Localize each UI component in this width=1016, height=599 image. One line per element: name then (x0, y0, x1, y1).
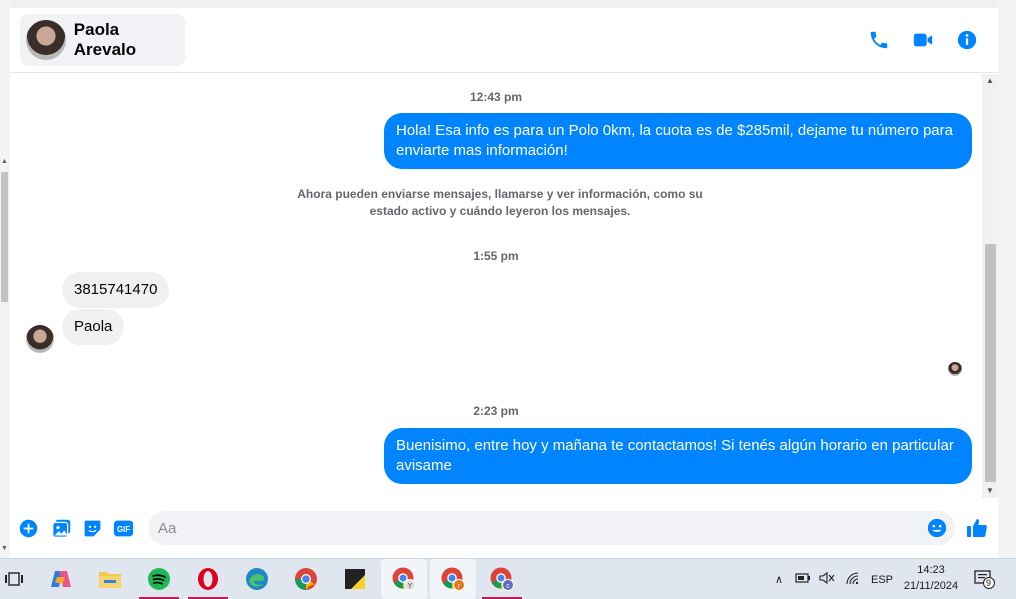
message-input-container[interactable] (148, 511, 955, 545)
chat-header: Paola Arevalo (10, 8, 998, 73)
contact-name: Paola Arevalo (73, 20, 137, 59)
avatar (26, 20, 66, 60)
chrome-profile-r-icon[interactable]: r (430, 559, 476, 599)
info-icon[interactable] (955, 28, 979, 52)
gif-icon[interactable]: GIF (112, 517, 134, 539)
scroll-down-arrow[interactable]: ▼ (1, 545, 8, 552)
scroll-thumb[interactable] (1, 172, 8, 302)
seen-indicator-avatar (948, 362, 962, 376)
battery-icon[interactable] (795, 572, 811, 587)
language-indicator[interactable]: ESP (871, 574, 893, 586)
message-input[interactable] (158, 511, 918, 545)
wifi-icon[interactable] (845, 571, 861, 588)
chevron-up-icon[interactable]: ∧ (772, 573, 786, 586)
contact-profile-button[interactable]: Paola Arevalo (20, 14, 185, 66)
phone-icon[interactable] (867, 28, 891, 52)
timestamp: 1:55 pm (473, 249, 519, 263)
notification-count: 9 (986, 578, 992, 588)
message-composer: GIF (10, 506, 998, 552)
messenger-chat-window: Paola Arevalo 12:43 pm Hola! Esa info es… (10, 8, 998, 558)
photo-icon[interactable] (50, 517, 72, 539)
timestamp: 2:23 pm (473, 404, 519, 418)
video-camera-icon[interactable] (911, 28, 935, 52)
sticker-icon[interactable] (81, 517, 103, 539)
system-tray: ∧ ESP (772, 559, 893, 599)
scroll-down-arrow[interactable]: ▼ (986, 486, 994, 495)
chrome-profile-y-icon[interactable]: Y (381, 559, 427, 599)
task-view-icon[interactable] (0, 565, 28, 593)
chrome-profile-c-icon[interactable]: c (482, 565, 522, 599)
copilot-icon[interactable] (47, 565, 75, 593)
spotify-icon[interactable] (139, 565, 179, 599)
avatar[interactable] (26, 325, 54, 353)
background-window-strip: ▲ ▼ (0, 0, 10, 558)
file-explorer-icon[interactable] (96, 565, 124, 593)
opera-icon[interactable] (188, 565, 228, 599)
clock-date: 21/11/2024 (903, 580, 959, 592)
clock[interactable]: 14:23 21/11/2024 (896, 562, 966, 594)
background-window-strip-right (998, 0, 1016, 558)
speaker-muted-icon[interactable] (819, 571, 835, 588)
emoji-icon[interactable] (926, 517, 948, 539)
message-list: 12:43 pm Hola! Esa info es para un Polo … (10, 74, 982, 498)
screen: ▲ ▼ Paola Arevalo 12:43 pm Hola! Esa inf… (0, 0, 1016, 599)
scroll-up-arrow[interactable]: ▲ (1, 158, 8, 165)
sent-message[interactable]: Buenisimo, entre hoy y mañana te contact… (384, 428, 972, 484)
edge-icon[interactable] (243, 565, 271, 593)
notification-icon[interactable]: 9 (972, 565, 996, 593)
received-message[interactable]: Paola (62, 309, 125, 345)
svg-text:c: c (506, 583, 510, 590)
scroll-up-arrow[interactable]: ▲ (986, 76, 994, 85)
gif-label: GIF (116, 525, 129, 534)
received-message[interactable]: 3815741470 (62, 272, 170, 308)
thumbs-up-icon[interactable] (965, 516, 989, 540)
sticky-notes-icon[interactable] (341, 565, 369, 593)
message-scrollbar[interactable]: ▲ ▼ (982, 74, 998, 498)
timestamp: 12:43 pm (469, 90, 523, 104)
sent-message[interactable]: Hola! Esa info es para un Polo 0km, la c… (384, 113, 972, 169)
taskbar: Y r c ∧ ESP 14:23 21/11/2024 9 (0, 558, 1016, 599)
system-notice: Ahora pueden enviarse mensajes, llamarse… (297, 187, 703, 218)
plus-icon[interactable] (17, 517, 39, 539)
scroll-thumb[interactable] (985, 244, 996, 482)
chrome-icon[interactable] (292, 565, 320, 593)
clock-time: 14:23 (917, 564, 945, 576)
svg-text:Y: Y (408, 583, 413, 590)
